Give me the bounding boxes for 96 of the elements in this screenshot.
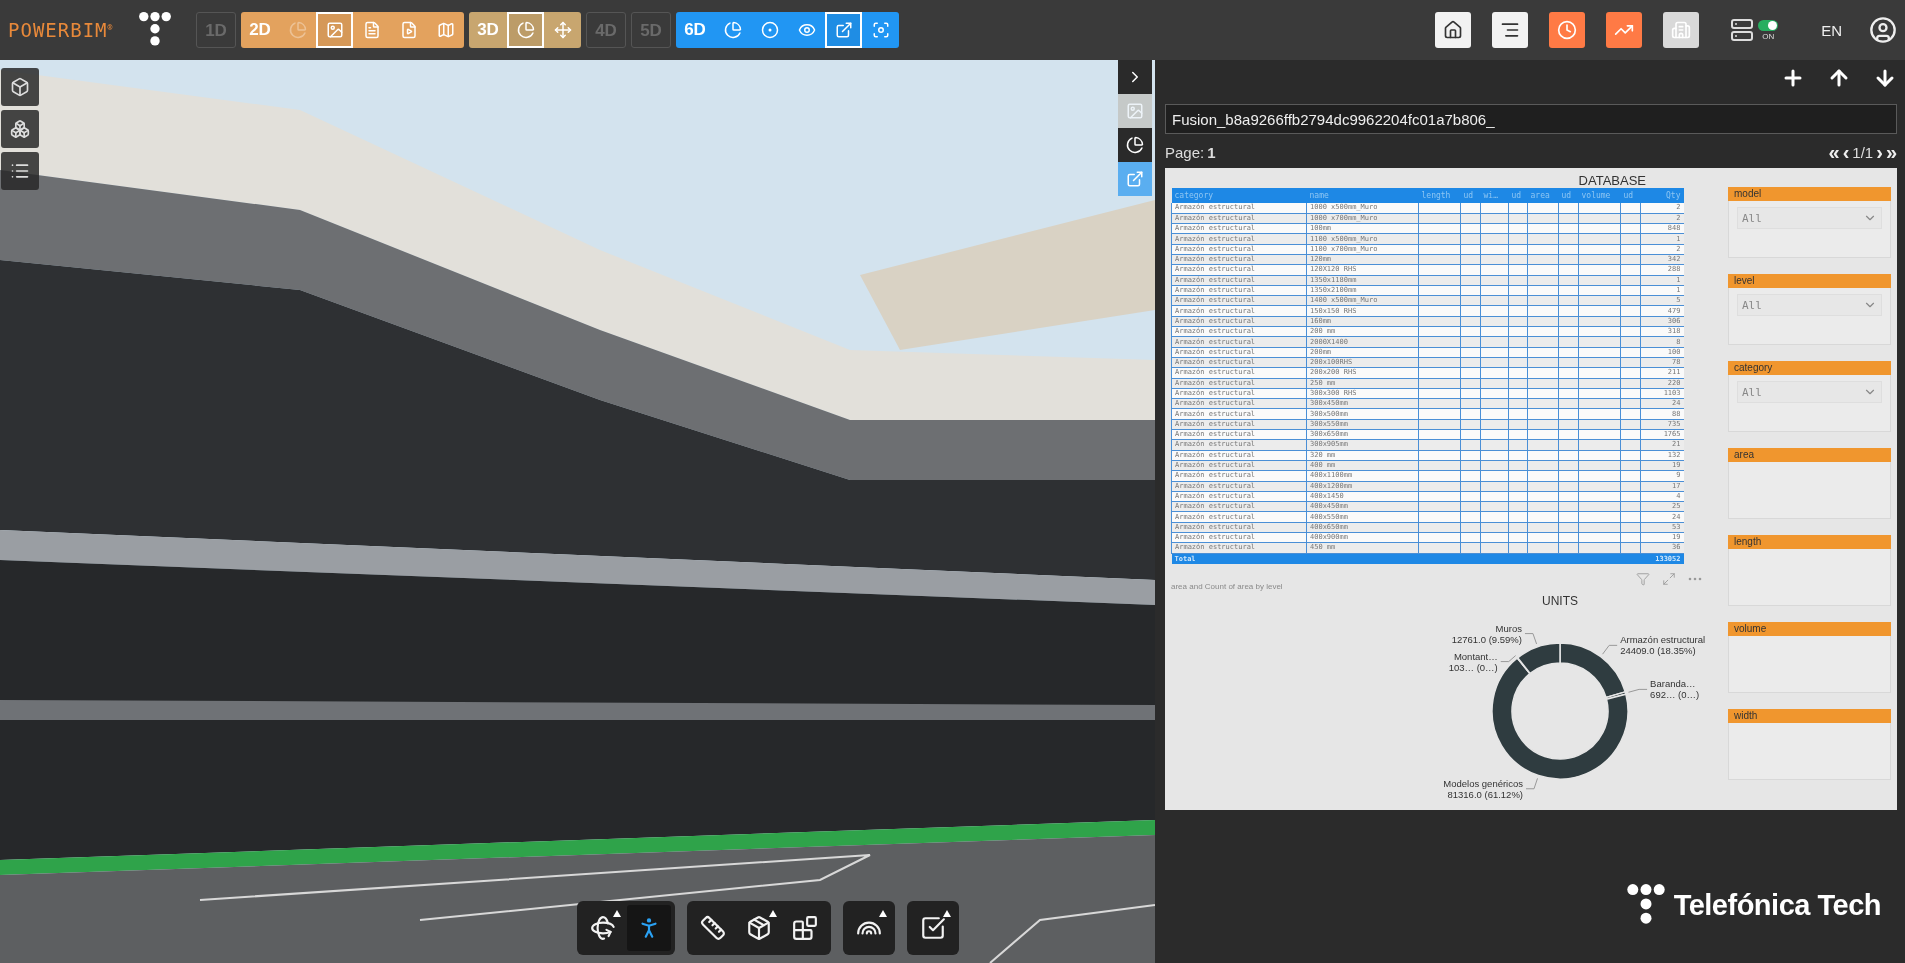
eye-icon (797, 21, 816, 39)
filter-icon (1636, 572, 1650, 587)
pie-chart-icon (723, 21, 742, 39)
image-icon (325, 21, 344, 39)
brand-name: Telefónica Tech (1673, 888, 1881, 922)
report-title: DATABASE (1577, 173, 1647, 188)
list-icon (10, 161, 30, 181)
pager-button[interactable]: » (1885, 142, 1897, 162)
pager-button[interactable]: ‹ (1842, 142, 1850, 162)
lines-icon (1500, 20, 1521, 40)
user-button[interactable] (1869, 16, 1897, 44)
slice-value: 103… (0…) (1448, 661, 1498, 673)
page-position: 1/1 (1852, 143, 1874, 161)
target-icon (760, 21, 779, 39)
checkbox-icon (920, 915, 946, 941)
building-icon (1671, 20, 1692, 40)
leader-line (1524, 633, 1538, 645)
page-label: Page: (1165, 143, 1205, 161)
page-number: 1 (1207, 143, 1216, 161)
chevron-right-button[interactable] (1118, 60, 1152, 94)
mode-button[interactable]: 2D (241, 12, 279, 48)
slice-value: 81316.0 (61.12%) (1447, 788, 1524, 800)
lines-button[interactable] (1492, 12, 1529, 48)
pie-chart-button[interactable] (1118, 128, 1152, 162)
table-header-cell[interactable]: category (1171, 188, 1307, 203)
leader-line (1628, 688, 1648, 693)
building-button[interactable] (1663, 12, 1700, 48)
leader-line (1525, 777, 1538, 790)
status-label: ON (1762, 31, 1775, 41)
trend-line-button[interactable] (1606, 12, 1643, 48)
ruler-icon (700, 915, 726, 941)
leader-line (1500, 655, 1517, 663)
cube-icon (10, 77, 30, 97)
map-icon (436, 21, 455, 39)
filter-dropdown[interactable]: All (1737, 207, 1882, 229)
pager-button[interactable]: › (1876, 142, 1883, 162)
slice-label: Armazón estructural (1620, 634, 1706, 646)
slice-label: Baranda… (1650, 678, 1696, 690)
brand-logo-icon (1625, 883, 1666, 927)
table-header-cell[interactable]: wi… (1480, 188, 1509, 203)
chart-caption: area and Count of area by level (1171, 582, 1284, 592)
slice-label: Modelos genéricos (1443, 777, 1524, 789)
video-file-icon (399, 21, 418, 39)
filter-title: width (1728, 709, 1891, 723)
filter-title: area (1728, 448, 1891, 462)
filter-dropdown[interactable]: All (1737, 294, 1882, 316)
blocks-icon (792, 915, 818, 941)
orbit-icon (590, 915, 616, 941)
image-icon (1126, 102, 1144, 120)
pie-chart-icon (288, 21, 307, 39)
more-icon (1688, 577, 1702, 582)
pager-button[interactable]: « (1828, 142, 1840, 162)
toggle-switch[interactable] (1758, 19, 1779, 31)
filter-title: volume (1728, 622, 1891, 636)
table-header-cell[interactable]: area (1527, 188, 1559, 203)
table-header-cell[interactable]: name (1306, 188, 1419, 203)
user-icon (1869, 16, 1897, 44)
slice-label: Montant… (1453, 650, 1498, 662)
external-link-icon (834, 21, 853, 39)
expand-icon (1662, 572, 1676, 587)
table-header-cell[interactable]: Qty (1640, 188, 1684, 203)
cubes-icon (10, 119, 30, 139)
language-button[interactable]: EN (1821, 21, 1842, 39)
slice-value: 692… (0…) (1650, 689, 1700, 701)
list-button[interactable] (1, 152, 39, 190)
home-button[interactable] (1435, 12, 1472, 48)
focus-icon (871, 21, 890, 39)
clock-button[interactable] (1549, 12, 1586, 48)
person-button[interactable] (627, 905, 671, 951)
cubes-button[interactable] (1, 110, 39, 148)
table-header-cell[interactable]: volume (1578, 188, 1621, 203)
mode-button[interactable]: 6D (676, 12, 714, 48)
external-link-icon (1126, 170, 1144, 188)
slice-label: Muros (1495, 622, 1522, 634)
clock-icon (1557, 20, 1578, 40)
pie-chart-icon (1126, 136, 1144, 154)
filter-title: model (1728, 187, 1891, 201)
leader-line (1602, 644, 1618, 655)
table-header-cell[interactable]: length (1418, 188, 1461, 203)
cube-button[interactable] (1, 68, 39, 106)
package-icon (746, 915, 772, 941)
filter-title: length (1728, 535, 1891, 549)
filter-title: category (1728, 361, 1891, 375)
home-icon (1443, 20, 1464, 40)
report-name-field[interactable]: Fusion_b8a9266ffb2794dc9962204fc01a7b806_ (1165, 104, 1897, 134)
server-icon (1730, 18, 1755, 42)
slice-value: 24409.0 (18.35%) (1620, 645, 1696, 657)
chart-title: UNITS (1542, 594, 1578, 609)
move-icon (553, 21, 572, 39)
external-link-button[interactable] (825, 12, 862, 48)
document-icon (362, 21, 381, 39)
pie-chart-icon (516, 21, 535, 39)
slice-value: 12761.0 (9.59%) (1451, 633, 1522, 645)
app-logo: POWERBIM$^{®}$ (8, 19, 115, 41)
filter-title: level (1728, 274, 1891, 288)
filter-dropdown[interactable]: All (1737, 381, 1882, 403)
